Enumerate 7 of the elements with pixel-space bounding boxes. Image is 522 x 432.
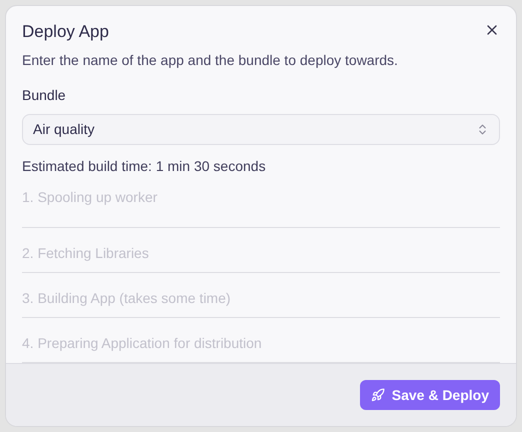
rocket-icon	[370, 388, 385, 402]
estimate-text: Estimated build time: 1 min 30 seconds	[22, 157, 267, 176]
bundle-select[interactable]: Air quality	[22, 114, 500, 145]
save-deploy-button[interactable]: Save & Deploy	[360, 380, 500, 410]
dialog-description: Enter the name of the app and the bundle to deploy towards.	[22, 51, 399, 70]
field-label: Bundle	[22, 86, 67, 105]
dialog-title: Deploy App	[22, 21, 109, 43]
